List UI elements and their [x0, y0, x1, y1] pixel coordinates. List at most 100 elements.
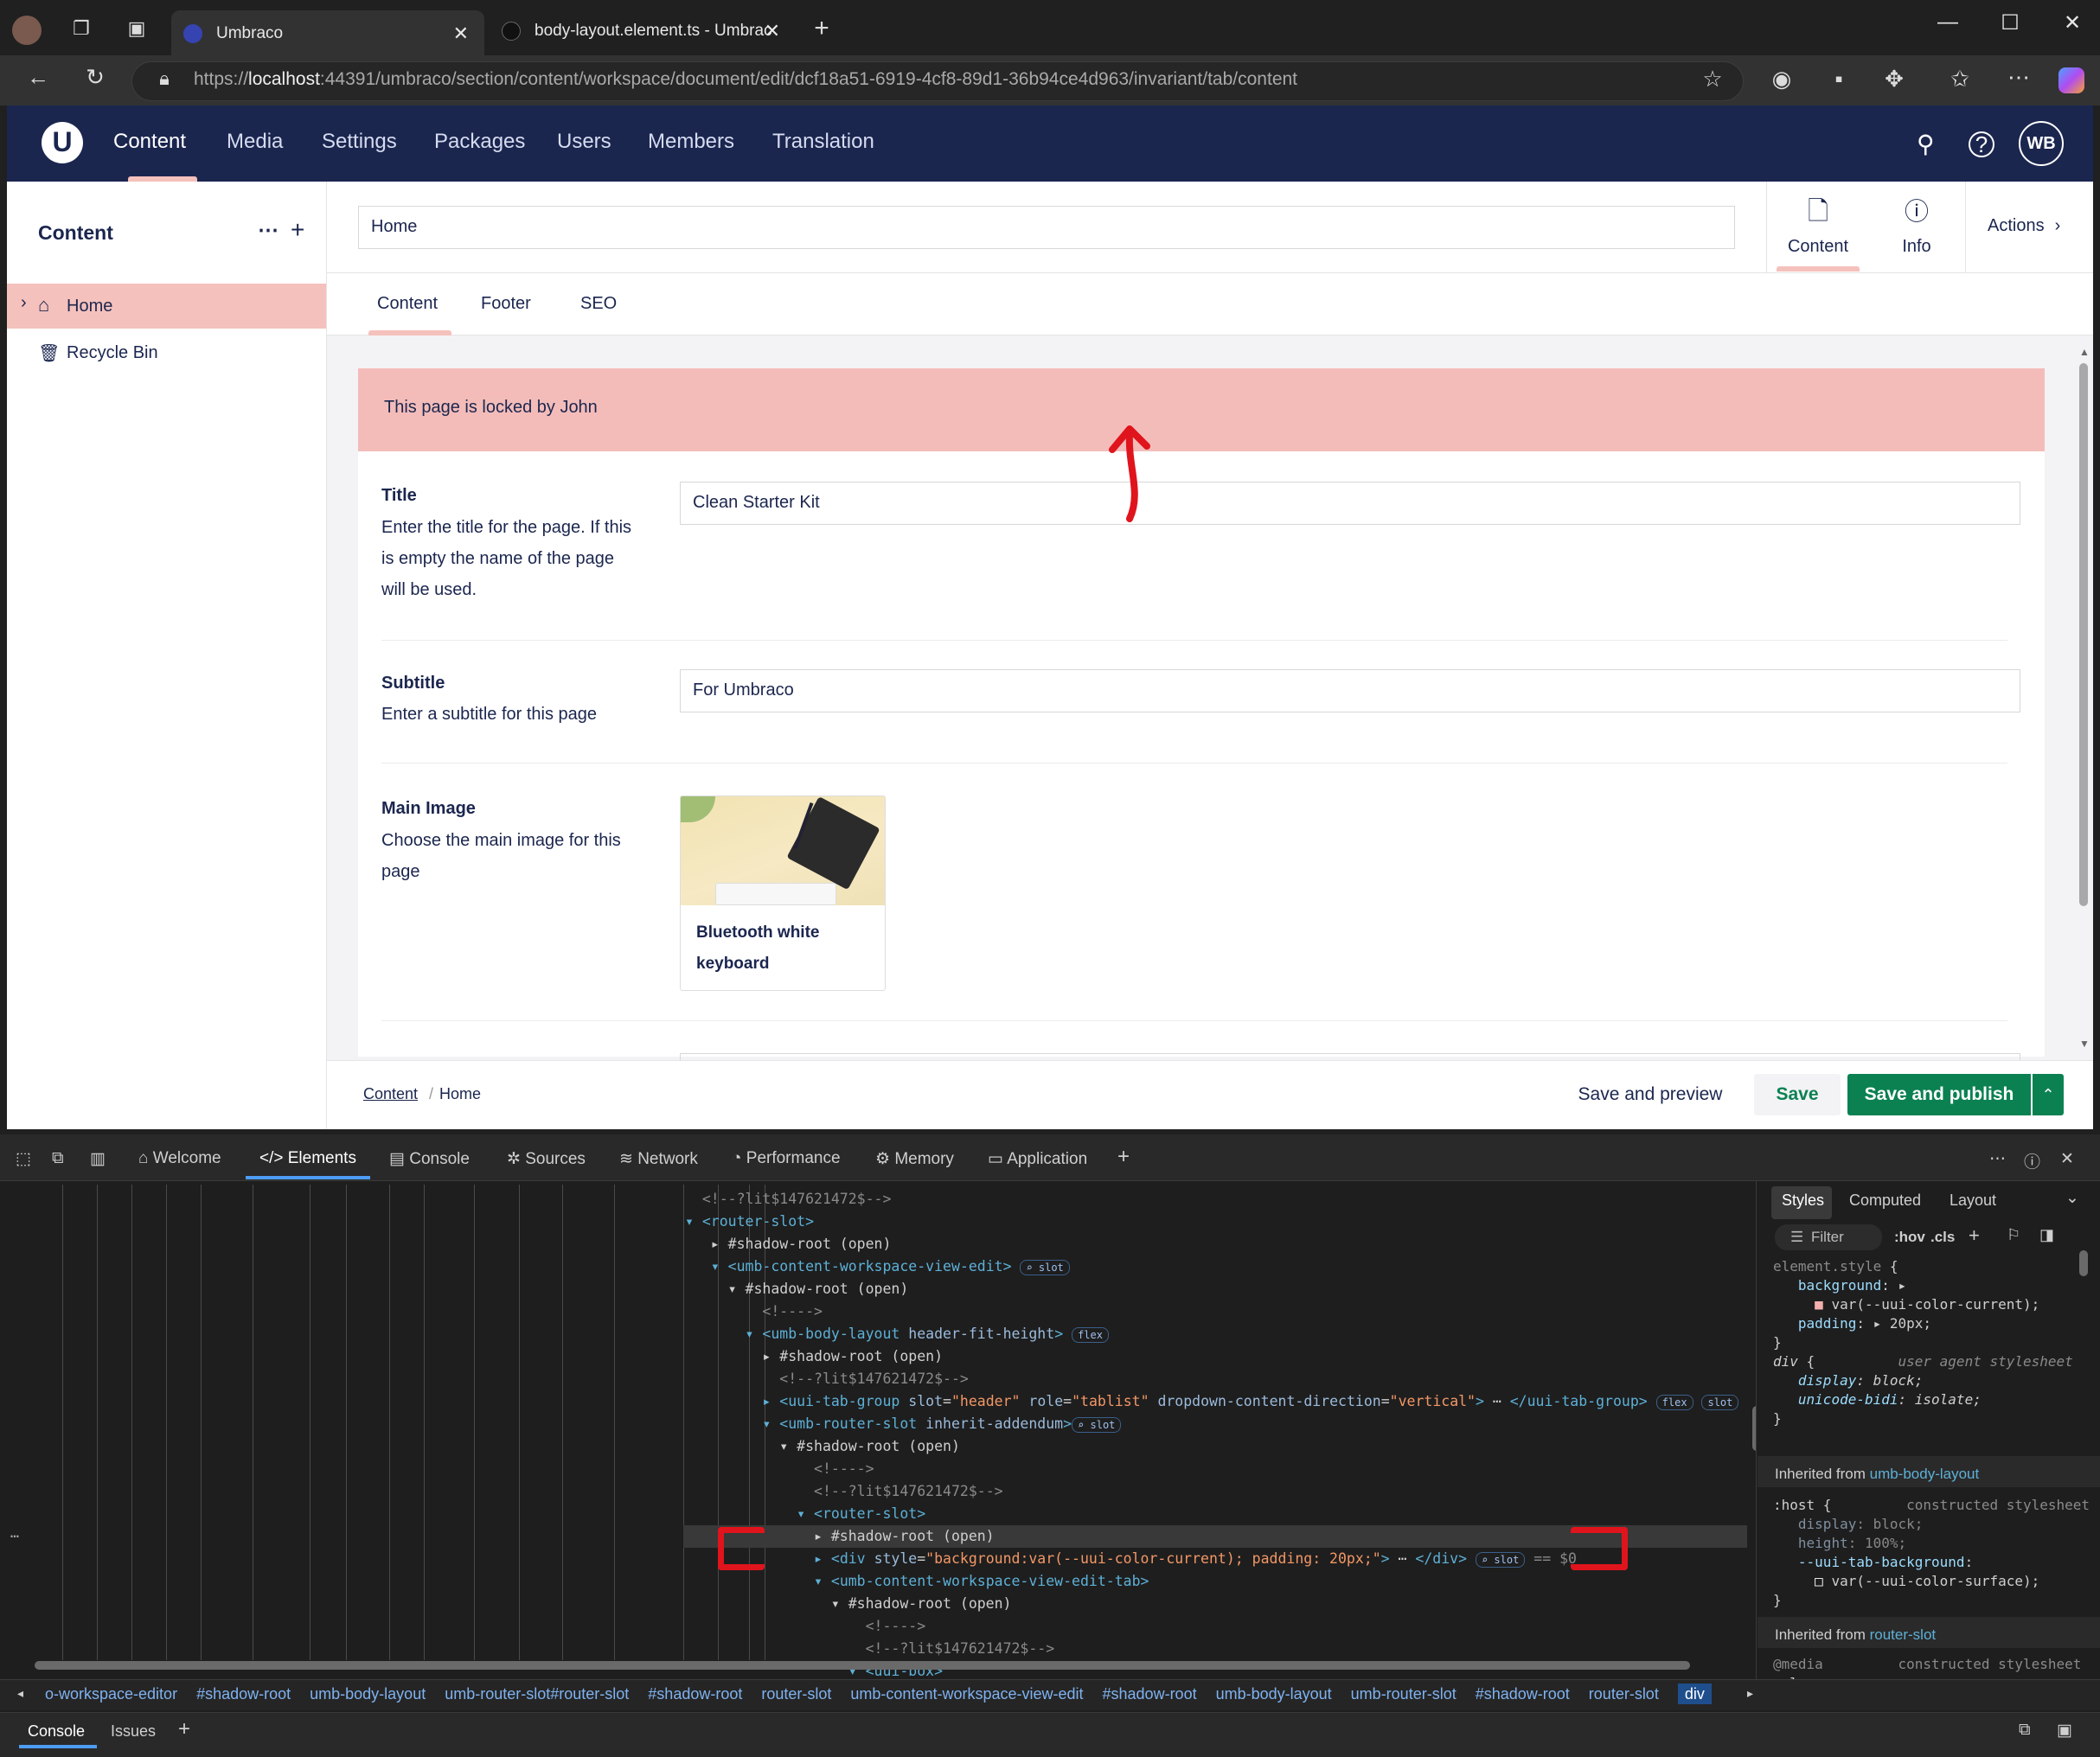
inherited-from-router-slot[interactable]: Inherited from router-slot [1775, 1626, 1936, 1645]
dom-breadcrumb-item[interactable]: #shadow-root [1476, 1685, 1570, 1703]
devtools-close-icon[interactable]: ✕ [2060, 1149, 2074, 1169]
media-card[interactable]: Bluetooth white keyboard [680, 795, 886, 991]
maximize-icon[interactable]: ☐ [1984, 10, 2036, 35]
breadcrumb-scroll-left-icon[interactable]: ◂ [17, 1686, 23, 1701]
new-tab-icon[interactable]: + [804, 14, 839, 43]
nav-content[interactable]: Content [113, 130, 186, 154]
save-button[interactable]: Save [1754, 1074, 1841, 1115]
host-rule[interactable]: :host { constructed stylesheet display: … [1773, 1496, 2090, 1610]
dom-breadcrumb-item[interactable]: #shadow-root [196, 1685, 291, 1703]
favorites-icon[interactable]: ✩ [1943, 66, 1977, 93]
close-window-icon[interactable]: ✕ [2046, 10, 2098, 35]
nav-media[interactable]: Media [227, 130, 283, 154]
breadcrumb-scroll-right-icon[interactable]: ▸ [1747, 1686, 1753, 1701]
devtools-tab-application[interactable]: ▭ Application [988, 1149, 1087, 1169]
dom-horizontal-scrollbar[interactable] [35, 1661, 1690, 1670]
devtools-tab-elements[interactable]: </> Elements [259, 1149, 356, 1168]
devtools-help-icon[interactable]: ⓘ [2024, 1149, 2040, 1172]
devtools-tab-sources[interactable]: ✲ Sources [507, 1149, 586, 1169]
browser-tab-umbraco[interactable]: Umbraco ✕ [171, 10, 484, 57]
copilot-icon[interactable] [2058, 67, 2084, 93]
nav-settings[interactable]: Settings [322, 130, 397, 154]
devtools-more-icon[interactable]: ⋯ [1989, 1149, 2006, 1169]
save-and-publish-button[interactable]: Save and publish [1847, 1074, 2031, 1115]
breadcrumb-content[interactable]: Content [363, 1085, 418, 1103]
sidebar-toggle-icon[interactable]: ◨ [2039, 1226, 2054, 1244]
drawer-add-icon[interactable]: + [178, 1717, 190, 1741]
sidebar-item-home[interactable] [7, 284, 326, 329]
devtools-tab-memory[interactable]: ⚙ Memory [875, 1149, 954, 1169]
dock-icon[interactable]: ▥ [90, 1149, 106, 1169]
document-name-input[interactable]: Home [358, 206, 1735, 249]
browser-extension-icon[interactable]: ◉ [1764, 66, 1799, 93]
umbraco-logo-icon[interactable]: U [42, 122, 83, 163]
devtools-tab-console[interactable]: ▤ Console [389, 1149, 470, 1169]
actions-button[interactable]: Actions › [1988, 216, 2060, 236]
tab-actions-icon[interactable]: ▣ [119, 17, 154, 40]
styles-tab-styles[interactable]: Styles [1782, 1192, 1824, 1210]
nav-members[interactable]: Members [648, 130, 734, 154]
search-icon[interactable]: ⚲ [1917, 130, 1935, 158]
nav-packages[interactable]: Packages [434, 130, 525, 154]
chevron-right-icon[interactable]: › [21, 293, 27, 313]
styles-scrollbar-thumb[interactable] [2079, 1250, 2088, 1276]
dom-breadcrumb-item[interactable]: div [1677, 1684, 1712, 1704]
tab-content[interactable]: Content [377, 294, 438, 314]
page-scrollbar-thumb[interactable] [2079, 363, 2088, 906]
chevron-up-icon[interactable]: ⌃ [2033, 1074, 2064, 1115]
drawer-tab-console[interactable]: Console [28, 1722, 85, 1741]
paint-icon[interactable]: ⚐ [2007, 1226, 2020, 1244]
dom-breadcrumb-item[interactable]: umb-body-layout [310, 1685, 426, 1703]
dom-breadcrumb-item[interactable]: #shadow-root [1103, 1685, 1197, 1703]
devtools-tab-welcome[interactable]: ⌂ Welcome [138, 1149, 221, 1168]
star-icon[interactable]: ☆ [1695, 66, 1730, 93]
tab-seo[interactable]: SEO [580, 294, 617, 314]
dom-breadcrumb-item[interactable]: umb-router-slot#router-slot [445, 1685, 629, 1703]
drawer-close-icon[interactable]: ▣ [2057, 1721, 2072, 1741]
drawer-dock-icon[interactable]: ⧉ [2019, 1721, 2031, 1740]
refresh-icon[interactable]: ↻ [78, 64, 112, 91]
dom-breadcrumb-item[interactable]: router-slot [761, 1685, 831, 1703]
chevron-down-icon[interactable]: ⌄ [2065, 1188, 2079, 1208]
drawer-tab-issues[interactable]: Issues [111, 1722, 156, 1741]
nav-translation[interactable]: Translation [772, 130, 874, 154]
devtools-tab-performance[interactable]: ◔ Performance [732, 1149, 841, 1168]
minimize-icon[interactable]: — [1922, 10, 1974, 35]
hov-toggle[interactable]: :hov [1894, 1229, 1925, 1246]
save-and-preview-button[interactable]: Save and preview [1572, 1074, 1728, 1115]
subtitle-field[interactable]: For Umbraco [680, 669, 2020, 712]
inherited-from-body-layout[interactable]: Inherited from umb-body-layout [1775, 1465, 1979, 1484]
styles-tab-layout[interactable]: Layout [1950, 1192, 1996, 1210]
profile-avatar[interactable] [12, 16, 42, 45]
view-content[interactable]: 🗋︎ Content [1773, 197, 1863, 257]
dom-breadcrumb-item[interactable]: umb-body-layout [1216, 1685, 1332, 1703]
dom-tree[interactable]: <!--?lit$147621472$--> ▾ <router-slot> ▸… [685, 1188, 1739, 1683]
close-tab-icon[interactable]: ✕ [453, 22, 469, 45]
more-tabs-icon[interactable]: + [1117, 1145, 1130, 1169]
scroll-down-icon[interactable]: ▼ [2079, 1038, 2090, 1050]
tab-footer[interactable]: Footer [481, 294, 531, 314]
dom-breadcrumb-item[interactable]: #shadow-root [648, 1685, 742, 1703]
extensions-icon[interactable]: ✥ [1877, 66, 1911, 93]
more-icon[interactable]: ⋯ [2001, 64, 2036, 91]
tree-add-icon[interactable]: + [291, 216, 304, 244]
help-icon[interactable]: ? [1969, 131, 1994, 157]
scroll-up-icon[interactable]: ▲ [2079, 346, 2090, 358]
close-tab-icon[interactable]: ✕ [765, 20, 780, 42]
dom-breadcrumb-item[interactable]: umb-router-slot [1351, 1685, 1457, 1703]
new-rule-icon[interactable]: + [1969, 1224, 1980, 1247]
view-info[interactable]: ⓘ Info [1875, 197, 1958, 257]
dom-breadcrumb-item[interactable]: umb-content-workspace-view-edit [850, 1685, 1083, 1703]
back-icon[interactable]: ← [21, 64, 55, 91]
row-ellipsis-icon[interactable]: ⋯ [10, 1525, 19, 1548]
dom-breadcrumb-item[interactable]: o-workspace-editor [45, 1685, 177, 1703]
dom-breadcrumb-list[interactable]: o-workspace-editor #shadow-root umb-body-l… [45, 1684, 1731, 1704]
user-avatar[interactable]: WB [2019, 121, 2064, 166]
styles-tab-computed[interactable]: Computed [1849, 1192, 1921, 1210]
cls-toggle[interactable]: .cls [1930, 1229, 1955, 1246]
workspaces-icon[interactable]: ❐ [64, 17, 99, 40]
extension-k-icon[interactable]: ▪ [1821, 66, 1856, 93]
styles-rules[interactable]: element.style { background: ▸ ■ var(--uu… [1773, 1257, 2073, 1428]
browser-tab-body-layout[interactable]: body-layout.element.ts - Umbrac ✕ [490, 10, 789, 52]
url-text[interactable]: https://localhost:44391/umbraco/section/… [194, 69, 1297, 90]
